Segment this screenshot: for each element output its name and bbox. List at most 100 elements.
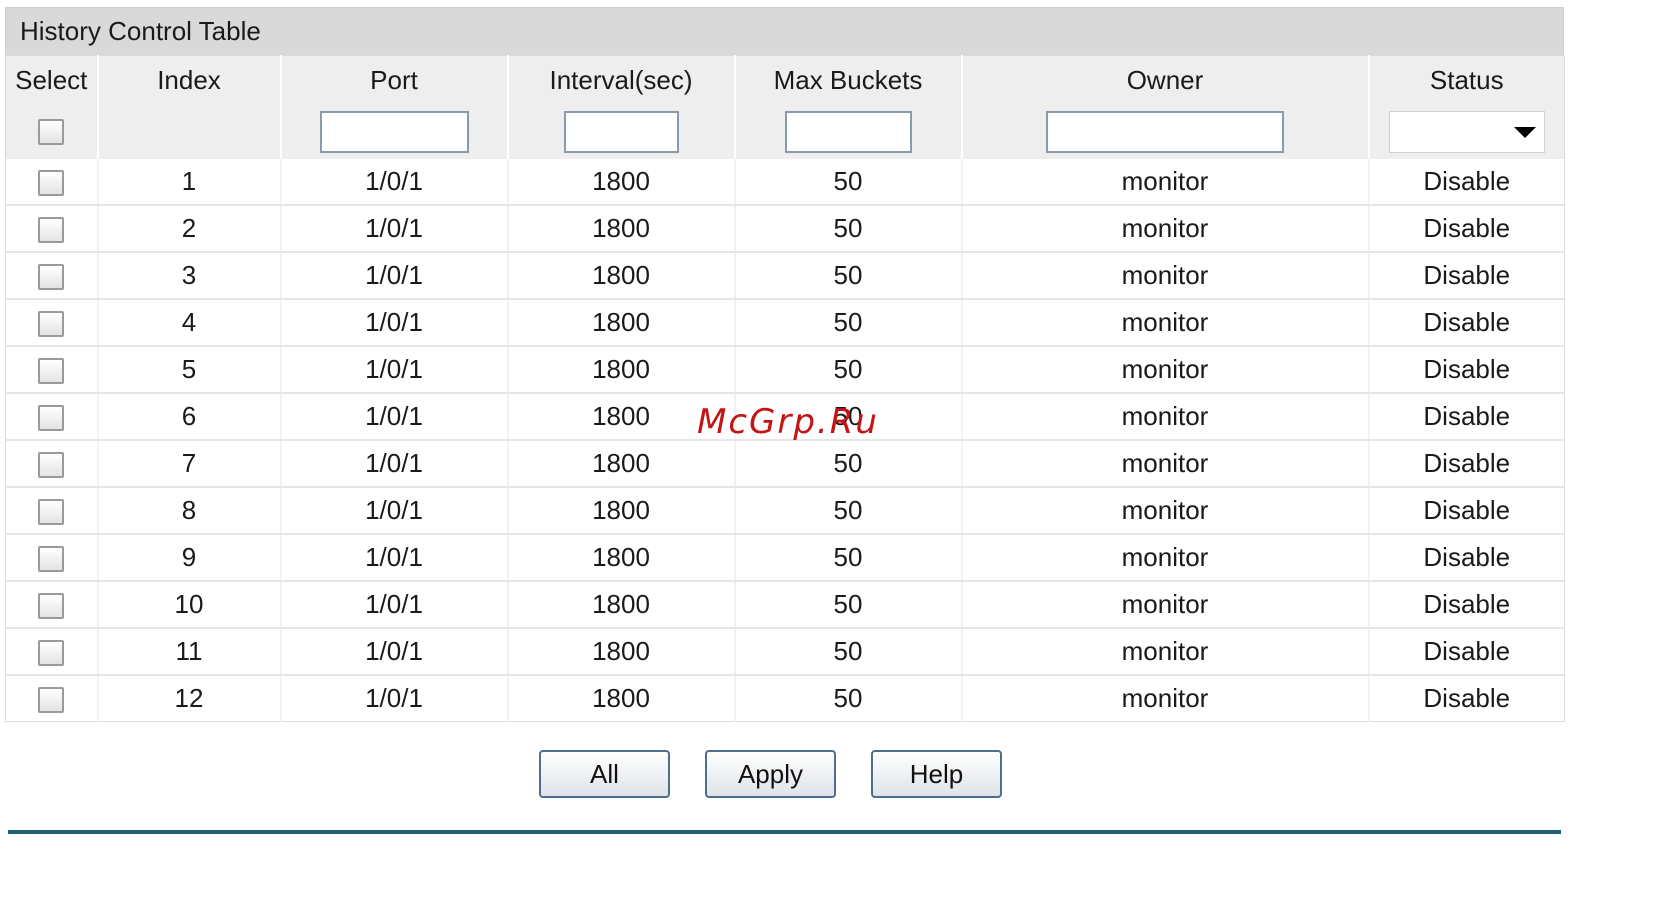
table-row: 3 1/0/1 1800 50 monitor Disable [5, 252, 1565, 300]
cell-max-buckets: 50 [733, 205, 962, 253]
cell-interval: 1800 [506, 581, 735, 629]
cell-port: 1/0/1 [279, 205, 508, 253]
cell-max-buckets: 50 [733, 534, 962, 582]
cell-owner: monitor [960, 393, 1369, 441]
max-buckets-filter-input[interactable] [784, 111, 912, 153]
row-select-checkbox[interactable] [38, 217, 65, 244]
cell-status: Disable [1367, 393, 1565, 441]
row-select-checkbox[interactable] [38, 358, 65, 385]
cell-interval: 1800 [506, 675, 735, 722]
row-select-checkbox[interactable] [38, 593, 65, 620]
cell-index: 3 [96, 252, 281, 300]
cell-status: Disable [1367, 159, 1565, 206]
table-title-bar: History Control Table [5, 7, 1564, 55]
column-header-owner: Owner [960, 55, 1369, 105]
table-row: 7 1/0/1 1800 50 monitor Disable [5, 440, 1565, 488]
cell-max-buckets: 50 [733, 581, 962, 629]
filter-row [5, 105, 1565, 159]
table-row: 11 1/0/1 1800 50 monitor Disable [5, 628, 1565, 676]
cell-max-buckets: 50 [733, 159, 962, 206]
cell-owner: monitor [960, 675, 1369, 722]
cell-interval: 1800 [506, 159, 735, 206]
dropdown-arrow-icon [1513, 127, 1536, 138]
cell-owner: monitor [960, 252, 1369, 300]
row-select-checkbox[interactable] [38, 311, 65, 338]
cell-interval: 1800 [506, 346, 735, 394]
history-control-panel: History Control Table Select Index Port … [5, 7, 1565, 798]
row-select-checkbox[interactable] [38, 499, 65, 526]
column-header-port: Port [279, 55, 508, 105]
status-filter-select[interactable] [1388, 111, 1545, 153]
row-select-checkbox[interactable] [38, 687, 65, 714]
row-select-cell [5, 581, 98, 629]
select-all-checkbox[interactable] [38, 119, 65, 145]
row-select-checkbox[interactable] [38, 640, 65, 667]
cell-index: 5 [96, 346, 281, 394]
row-select-checkbox[interactable] [38, 170, 65, 197]
cell-index: 9 [96, 534, 281, 582]
owner-filter-input[interactable] [1046, 111, 1284, 153]
cell-owner: monitor [960, 581, 1369, 629]
filter-select-cell [5, 105, 98, 159]
cell-port: 1/0/1 [279, 675, 508, 722]
table-row: 8 1/0/1 1800 50 monitor Disable [5, 487, 1565, 535]
button-bar: All Apply Help [5, 750, 1564, 798]
cell-owner: monitor [960, 205, 1369, 253]
cell-owner: monitor [960, 299, 1369, 347]
table-row: 1 1/0/1 1800 50 monitor Disable [5, 159, 1565, 206]
row-select-cell [5, 252, 98, 300]
apply-button[interactable]: Apply [705, 750, 836, 798]
watermark: McGrp.Ru [697, 402, 879, 442]
cell-port: 1/0/1 [279, 628, 508, 676]
cell-port: 1/0/1 [279, 534, 508, 582]
footer-divider [8, 830, 1561, 834]
column-header-max-buckets: Max Buckets [733, 55, 962, 105]
table-row: 12 1/0/1 1800 50 monitor Disable [5, 675, 1565, 722]
filter-port-cell [279, 105, 508, 159]
cell-max-buckets: 50 [733, 299, 962, 347]
cell-owner: monitor [960, 346, 1369, 394]
filter-index-cell [96, 105, 281, 159]
cell-status: Disable [1367, 581, 1565, 629]
cell-status: Disable [1367, 628, 1565, 676]
cell-index: 4 [96, 299, 281, 347]
row-select-cell [5, 487, 98, 535]
row-select-cell [5, 534, 98, 582]
cell-status: Disable [1367, 346, 1565, 394]
cell-status: Disable [1367, 299, 1565, 347]
cell-index: 1 [96, 159, 281, 206]
column-header-interval: Interval(sec) [506, 55, 735, 105]
filter-max-buckets-cell [733, 105, 962, 159]
all-button[interactable]: All [539, 750, 670, 798]
cell-interval: 1800 [506, 205, 735, 253]
cell-max-buckets: 50 [733, 487, 962, 535]
row-select-checkbox[interactable] [38, 452, 65, 479]
row-select-cell [5, 675, 98, 722]
cell-owner: monitor [960, 159, 1369, 206]
row-select-checkbox[interactable] [38, 405, 65, 432]
row-select-checkbox[interactable] [38, 546, 65, 573]
row-select-checkbox[interactable] [38, 264, 65, 291]
row-select-cell [5, 393, 98, 441]
cell-owner: monitor [960, 487, 1369, 535]
cell-max-buckets: 50 [733, 252, 962, 300]
cell-status: Disable [1367, 252, 1565, 300]
cell-max-buckets: 50 [733, 440, 962, 488]
cell-index: 7 [96, 440, 281, 488]
table-row: 4 1/0/1 1800 50 monitor Disable [5, 299, 1565, 347]
port-filter-input[interactable] [319, 111, 469, 153]
cell-port: 1/0/1 [279, 299, 508, 347]
row-select-cell [5, 628, 98, 676]
cell-interval: 1800 [506, 299, 735, 347]
table-title: History Control Table [20, 16, 261, 46]
cell-interval: 1800 [506, 252, 735, 300]
cell-index: 8 [96, 487, 281, 535]
table-row: 10 1/0/1 1800 50 monitor Disable [5, 581, 1565, 629]
cell-port: 1/0/1 [279, 487, 508, 535]
row-select-cell [5, 440, 98, 488]
cell-port: 1/0/1 [279, 581, 508, 629]
help-button[interactable]: Help [871, 750, 1002, 798]
cell-interval: 1800 [506, 534, 735, 582]
cell-index: 12 [96, 675, 281, 722]
interval-filter-input[interactable] [563, 111, 679, 153]
